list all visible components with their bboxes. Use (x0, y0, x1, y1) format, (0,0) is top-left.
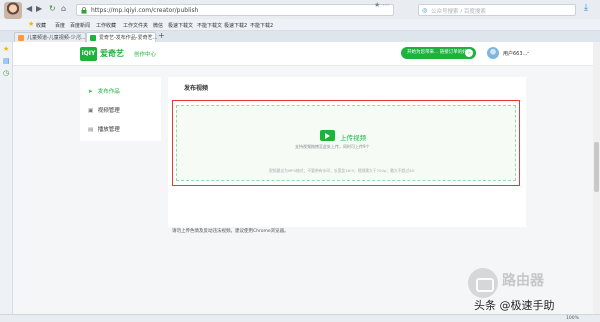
upload-requirements: 视频建议为MP4格式；不要带有水印；长宽比16:9；视频需大于720p；最大不超… (269, 168, 415, 173)
upload-dropzone[interactable]: 上传视频 支持视频拖拽至此处上传，同时可上传9个 视频建议为MP4格式；不要带有… (176, 105, 516, 181)
tab-iqiyi-publish[interactable]: 爱奇艺-发布作品-爱奇艺... × (86, 32, 157, 42)
arrow-right-icon: › (465, 49, 473, 57)
bookmark-item[interactable]: 工作文件夹 (123, 22, 148, 29)
bookmark-item[interactable]: 极速下载2 (224, 22, 247, 29)
menu-item-publish[interactable]: ➤ 发布作品 (88, 87, 120, 95)
menu-item-label: 发布作品 (97, 89, 120, 95)
status-bar: 100% (0, 314, 600, 322)
scroll-thumb[interactable] (594, 142, 599, 192)
profile-avatar[interactable] (4, 2, 22, 19)
address-bar[interactable]: https://mp.iqiyi.com/creator/publish (76, 4, 394, 16)
site-header: iQIY 爱奇艺 创作中心 开始为您带来... 链接订单的好处 › 用户663.… (13, 42, 593, 66)
url-text: https://mp.iqiyi.com/creator/publish (91, 7, 199, 14)
new-tab-button[interactable]: + (158, 32, 165, 40)
bookmark-item[interactable]: 百度新闻 (70, 22, 90, 29)
watermark-brand: 路由器 (502, 273, 544, 289)
video-manage-icon: ▣ (88, 108, 94, 114)
router-watermark-logo (468, 268, 498, 298)
chevron-down-icon[interactable]: ⌄ (526, 49, 530, 55)
promo-label: 开始为您带来... 链接订单的好处 (407, 50, 472, 55)
close-icon[interactable]: × (77, 33, 82, 40)
promo-button[interactable]: 开始为您带来... 链接订单的好处 › (401, 47, 476, 59)
forward-button[interactable]: ▶ (36, 5, 42, 13)
watermark-caption: 头条 @极速手助 (474, 299, 555, 312)
history-icon[interactable]: ◷ (3, 70, 9, 77)
send-icon: ➤ (88, 89, 93, 95)
reload-button[interactable]: ↻ (49, 5, 56, 13)
back-button[interactable]: ◀ (26, 5, 32, 13)
user-name[interactable]: 用户663... (503, 50, 527, 57)
channel-manage-icon: ▤ (88, 127, 94, 133)
bookmark-favorites[interactable]: 收藏 (36, 22, 46, 29)
address-tools[interactable]: ★ ⋯ (374, 1, 390, 9)
search-input[interactable]: ◎ 公众号搜索 / 百度搜索 (418, 4, 576, 16)
publish-panel: 发布视频 上传视频 支持视频拖拽至此处上传，同时可上传9个 视频建议为MP4格式… (168, 77, 526, 227)
menu-item-label: 视频管理 (97, 108, 120, 114)
close-icon[interactable]: × (147, 33, 152, 40)
menu-item-video-manage[interactable]: ▣ 视频管理 (88, 106, 120, 114)
upload-video-button[interactable]: 上传视频 (340, 132, 366, 142)
creator-center-label: 创作中心 (134, 52, 157, 58)
tab-children-channel[interactable]: 儿童频道-儿童视频-少儿... × (14, 32, 86, 42)
bookmark-item[interactable]: 百度 (55, 22, 65, 29)
bookmarks-bar: ★ 收藏 百度 百度新闻 工作收藏 工作文件夹 微信 极速下载文 不能下载文 极… (0, 19, 600, 31)
bookmark-item[interactable]: 工作收藏 (96, 22, 116, 29)
menu-item-channel-manage[interactable]: ▤ 播放管理 (88, 125, 120, 133)
upload-hint: 请勿上传色情及反动违法视频。建议使用Chrome浏览器。 (172, 229, 289, 234)
lock-icon (81, 7, 87, 14)
home-button[interactable]: ⌂ (61, 5, 66, 13)
favorites-icon[interactable]: ★ (3, 46, 9, 53)
browser-sidebar: ★ ▤ ◷ (0, 42, 13, 314)
browser-toolbar: ◀ ▶ ↻ ⌂ https://mp.iqiyi.com/creator/pub… (0, 0, 600, 19)
user-avatar[interactable] (487, 47, 499, 59)
page-title: 发布视频 (184, 85, 209, 92)
site-favicon (90, 35, 96, 41)
download-icon[interactable]: ⤓ (584, 3, 588, 13)
bookmark-item[interactable]: 微信 (153, 22, 163, 29)
search-icon: ◎ (422, 7, 428, 14)
bookmark-item[interactable]: 极速下载文 (168, 22, 193, 29)
site-favicon (18, 35, 24, 41)
page-scrollbar[interactable] (593, 42, 600, 314)
play-icon (320, 130, 335, 141)
bookmark-item[interactable]: 不能下载文 (197, 22, 222, 29)
bookmark-item[interactable]: 不能下载2 (250, 22, 273, 29)
menu-item-label: 播放管理 (97, 127, 120, 133)
reading-icon[interactable]: ▤ (3, 58, 10, 65)
zoom-level[interactable]: 100% (566, 316, 579, 321)
upload-subtitle: 支持视频拖拽至此处上传，同时可上传9个 (295, 144, 370, 149)
logo-text: 爱奇艺 (100, 49, 124, 58)
tab-bar: 儿童频道-儿童视频-少儿... × 爱奇艺-发布作品-爱奇艺... × + (0, 31, 600, 42)
search-placeholder: 公众号搜索 / 百度搜索 (431, 9, 486, 15)
iqiyi-logo[interactable]: iQIY (80, 47, 97, 61)
star-icon: ★ (28, 20, 35, 28)
creator-side-menu: ➤ 发布作品 ▣ 视频管理 ▤ 播放管理 (80, 77, 161, 141)
